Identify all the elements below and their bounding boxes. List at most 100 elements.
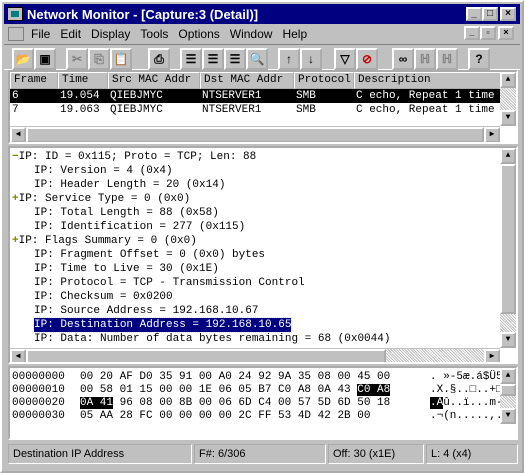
scroll-thumb[interactable] [26, 349, 386, 362]
hex-row[interactable]: 00000030 05 AA 28 FC 00 00 00 00 2C FF 53… [10, 409, 516, 423]
hex-row[interactable]: 00000010 00 58 01 15 00 00 1E 06 05 B7 C0… [10, 383, 516, 397]
detail-line[interactable]: IP: Source Address = 192.168.10.67 [34, 304, 258, 318]
doc-close-button[interactable]: × [498, 26, 514, 40]
minimize-button[interactable]: _ [466, 7, 482, 21]
pane-summary-icon[interactable]: ☰ [180, 48, 202, 70]
menu-file[interactable]: File [26, 27, 55, 41]
close-button[interactable]: × [500, 7, 516, 21]
detail-line[interactable]: −IP: ID = 0x115; Proto = TCP; Len: 88 [12, 150, 256, 164]
detail-line[interactable]: IP: Protocol = TCP - Transmission Contro… [34, 276, 305, 290]
hex-bytes: 05 AA 28 FC 00 00 00 00 2C FF 53 4D 42 2… [80, 410, 371, 422]
scroll-up-icon[interactable]: ▲ [500, 148, 516, 164]
cell-desc: C echo, Repeat 1 time [356, 104, 495, 116]
detail-hscroll[interactable]: ◀ ▶ [10, 348, 500, 362]
save-icon[interactable]: ▣ [34, 48, 56, 70]
detail-line[interactable]: IP: Checksum = 0x0200 [34, 290, 173, 304]
cell-proto: SMB [296, 90, 316, 102]
detail-line[interactable]: IP: Fragment Offset = 0 (0x0) bytes [34, 248, 265, 262]
cell-dst: NTSERVER1 [202, 104, 262, 116]
menu-help[interactable]: Help [277, 27, 312, 41]
scroll-thumb[interactable] [500, 384, 516, 396]
doc-minimize-button[interactable]: _ [464, 26, 480, 40]
detail-line[interactable]: +IP: Service Type = 0 (0x0) [12, 192, 190, 206]
network-monitor-icon[interactable] [7, 7, 23, 21]
pane-hex-icon[interactable]: ☰ [224, 48, 246, 70]
detail-line[interactable]: IP: Data: Number of data bytes remaining… [34, 332, 390, 346]
maximize-button[interactable]: □ [482, 7, 498, 21]
find-prev-icon[interactable]: ℍ [436, 48, 458, 70]
col-time[interactable]: Time [58, 72, 108, 89]
expand-icon[interactable]: + [12, 193, 19, 205]
open-icon[interactable]: 📂 [12, 48, 34, 70]
pane-detail-icon[interactable]: ☰ [202, 48, 224, 70]
cut-icon[interactable]: ✂ [66, 48, 88, 70]
detail-line[interactable]: IP: Version = 4 (0x4) [34, 164, 173, 178]
summary-vscroll[interactable]: ▲ ▼ [500, 72, 516, 126]
menu-options[interactable]: Options [173, 27, 224, 41]
document-icon[interactable] [8, 27, 24, 41]
cell-time: 19.054 [60, 90, 100, 102]
detail-vscroll[interactable]: ▲ ▼ [500, 148, 516, 348]
menu-edit[interactable]: Edit [55, 27, 86, 41]
status-frame: F#: 6/306 [194, 444, 326, 464]
col-src-mac[interactable]: Src MAC Addr [108, 72, 200, 89]
scroll-up-icon[interactable]: ▲ [500, 368, 516, 384]
scroll-left-icon[interactable]: ◀ [10, 349, 26, 362]
collapse-icon[interactable]: − [12, 151, 19, 163]
toolbar: 📂 ▣ ✂ ⎘ 📋 ⎙ ☰ ☰ ☰ 🔍 ↑ ↓ ▽ ⊘ ∞ ℍ ℍ ? [4, 44, 520, 70]
detail-line[interactable]: IP: Header Length = 20 (0x14) [34, 178, 225, 192]
filter-icon[interactable]: ▽ [334, 48, 356, 70]
detail-text: IP: Checksum = 0x0200 [34, 291, 173, 303]
cell-src: QIEBJMYC [110, 90, 163, 102]
scroll-thumb[interactable] [26, 127, 484, 142]
menu-display[interactable]: Display [86, 27, 135, 41]
col-description[interactable]: Description [354, 72, 514, 89]
scroll-up-icon[interactable]: ▲ [500, 72, 516, 88]
ascii-highlight: .A [430, 397, 444, 409]
down-arrow-icon[interactable]: ↓ [300, 48, 322, 70]
table-row[interactable]: 7 19.063 QIEBJMYC NTSERVER1 SMB C echo, … [10, 103, 516, 117]
binoculars-icon[interactable]: ∞ [392, 48, 414, 70]
scroll-thumb[interactable] [500, 164, 516, 314]
detail-line[interactable]: IP: Total Length = 88 (0x58) [34, 206, 219, 220]
hex-row[interactable]: 00000000 00 20 AF D0 35 91 00 A0 24 92 9A… [10, 370, 516, 384]
detail-line[interactable]: +IP: Flags Summary = 0 (0x0) [12, 234, 197, 248]
summary-hscroll[interactable]: ◀ ▶ [10, 126, 500, 142]
detail-line[interactable]: IP: Identification = 277 (0x115) [34, 220, 245, 234]
stop-filter-icon[interactable]: ⊘ [356, 48, 378, 70]
cell-time: 19.063 [60, 104, 100, 116]
doc-restore-button[interactable]: ▫ [480, 26, 496, 40]
paste-icon[interactable]: 📋 [110, 48, 132, 70]
print-icon[interactable]: ⎙ [148, 48, 170, 70]
scroll-left-icon[interactable]: ◀ [10, 127, 26, 142]
expand-icon[interactable]: + [12, 235, 19, 247]
up-arrow-icon[interactable]: ↑ [278, 48, 300, 70]
scroll-right-icon[interactable]: ▶ [484, 127, 500, 142]
table-row[interactable]: 6 19.054 QIEBJMYC NTSERVER1 SMB C echo, … [10, 89, 516, 103]
title-bar[interactable]: Network Monitor - [Capture:3 (Detail)] _… [4, 4, 520, 24]
scroll-down-icon[interactable]: ▼ [500, 332, 516, 348]
scroll-down-icon[interactable]: ▼ [500, 408, 516, 424]
hex-row[interactable]: 00000020 0A 41 96 08 00 8B 00 06 6D C4 00… [10, 396, 516, 410]
detail-text: IP: ID = 0x115; Proto = TCP; Len: 88 [18, 151, 257, 163]
menu-tools[interactable]: Tools [135, 27, 173, 41]
detail-text: IP: Destination Address = 192.168.10.65 [34, 319, 292, 331]
hex-bytes: 00 20 AF D0 35 91 00 A0 24 92 9A 35 08 0… [80, 371, 391, 383]
detail-text: IP: Time to Live = 30 (0x1E) [34, 263, 219, 275]
scroll-right-icon[interactable]: ▶ [484, 349, 500, 362]
find-next-icon[interactable]: ℍ [414, 48, 436, 70]
scroll-down-icon[interactable]: ▼ [500, 110, 516, 126]
cell-frame: 7 [12, 104, 19, 116]
find-icon[interactable]: 🔍 [246, 48, 268, 70]
hex-vscroll[interactable]: ▲ ▼ [500, 368, 516, 424]
detail-text: IP: Total Length = 88 (0x58) [34, 207, 219, 219]
col-protocol[interactable]: Protocol [294, 72, 354, 89]
menu-window[interactable]: Window [225, 27, 278, 41]
detail-line[interactable]: IP: Destination Address = 192.168.10.65 [32, 317, 293, 333]
scroll-track [500, 396, 516, 408]
col-frame[interactable]: Frame [10, 72, 58, 89]
detail-line[interactable]: IP: Time to Live = 30 (0x1E) [34, 262, 219, 276]
help-icon[interactable]: ? [468, 48, 490, 70]
col-dst-mac[interactable]: Dst MAC Addr [200, 72, 294, 89]
copy-icon[interactable]: ⎘ [88, 48, 110, 70]
